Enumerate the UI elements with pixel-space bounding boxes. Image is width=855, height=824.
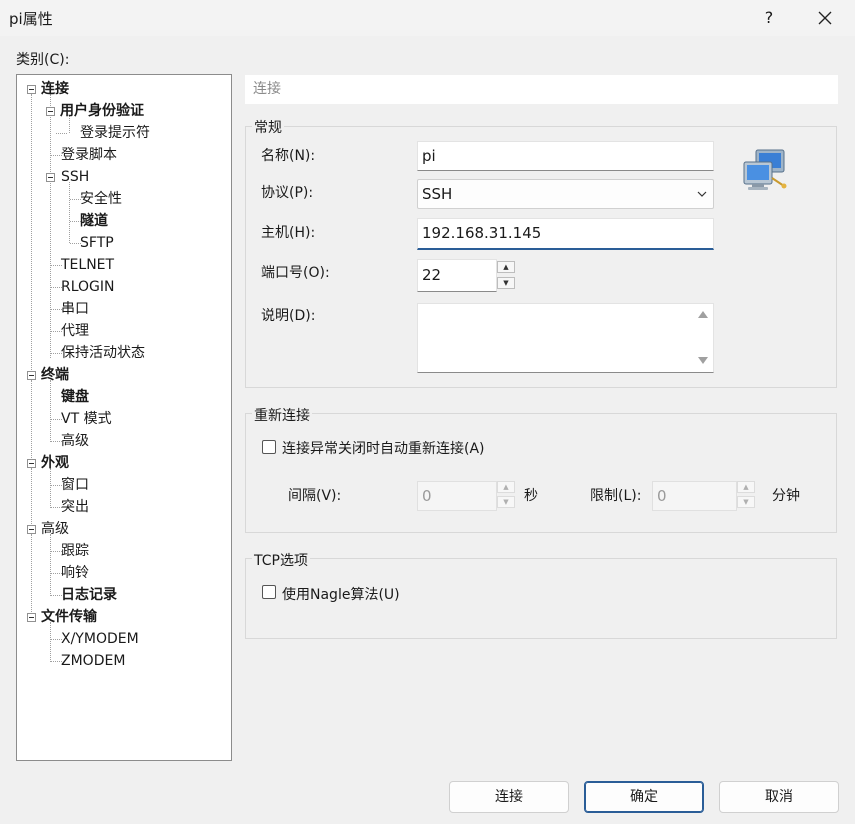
tree-item-keepalive[interactable]: 保持活动状态: [61, 343, 145, 363]
tree-item-sftp[interactable]: SFTP: [80, 233, 114, 253]
network-computers-icon: [743, 149, 787, 190]
interval-spinner[interactable]: ▲ ▼: [497, 481, 517, 508]
tree-item-zmodem[interactable]: ZMODEM: [61, 651, 125, 671]
panel-header: 连接: [245, 75, 838, 104]
spin-down-icon[interactable]: ▼: [497, 496, 515, 508]
tree-line: [56, 133, 67, 134]
tree-line: [31, 380, 32, 464]
spin-down-icon[interactable]: ▼: [737, 496, 755, 508]
connect-button[interactable]: 连接: [449, 781, 569, 813]
tree-line: [31, 94, 32, 370]
limit-input[interactable]: 0: [652, 481, 737, 511]
tree-item-vt-mode[interactable]: VT 模式: [61, 409, 112, 429]
tree-item-rlogin[interactable]: RLOGIN: [61, 277, 115, 297]
tree-item-login-prompt[interactable]: 登录提示符: [80, 123, 150, 143]
interval-label: 间隔(V):: [288, 488, 342, 504]
description-textarea[interactable]: [417, 303, 714, 373]
spin-down-icon[interactable]: ▼: [497, 277, 515, 289]
host-input[interactable]: 192.168.31.145: [417, 218, 714, 250]
collapse-icon[interactable]: [27, 459, 36, 468]
auto-reconnect-label[interactable]: 连接异常关闭时自动重新连接(A): [282, 438, 485, 458]
close-icon: [818, 11, 832, 25]
close-button[interactable]: [810, 2, 840, 32]
scroll-up-icon[interactable]: [698, 311, 708, 318]
category-label: 类别(C):: [16, 52, 70, 68]
tree-item-highlight[interactable]: 突出: [61, 497, 89, 517]
nagle-checkbox[interactable]: [262, 585, 276, 599]
port-label: 端口号(O):: [261, 265, 330, 281]
protocol-label: 协议(P):: [261, 185, 314, 201]
tree-line: [50, 468, 51, 508]
tree-item-telnet[interactable]: TELNET: [61, 255, 114, 275]
tree-item-terminal-advanced[interactable]: 高级: [61, 431, 89, 451]
name-input[interactable]: pi: [417, 141, 714, 171]
tree-item-user-auth[interactable]: 用户身份验证: [60, 101, 144, 121]
protocol-value: SSH: [422, 185, 453, 203]
scroll-down-icon[interactable]: [698, 357, 708, 364]
tree-item-ssh[interactable]: SSH: [61, 167, 89, 187]
title-bar: [0, 0, 855, 36]
chevron-down-icon: [697, 191, 707, 197]
tree-item-xymodem[interactable]: X/YMODEM: [61, 629, 139, 649]
port-input[interactable]: 22: [417, 259, 497, 292]
spin-up-icon[interactable]: ▲: [497, 261, 515, 273]
collapse-icon[interactable]: [46, 107, 55, 116]
collapse-icon[interactable]: [27, 613, 36, 622]
description-label: 说明(D):: [261, 308, 316, 324]
nagle-label[interactable]: 使用Nagle算法(U): [282, 584, 400, 604]
cancel-button[interactable]: 取消: [719, 781, 839, 813]
tree-item-security[interactable]: 安全性: [80, 189, 122, 209]
tree-item-advanced[interactable]: 高级: [41, 519, 69, 539]
category-tree[interactable]: 连接 用户身份验证 登录提示符 登录脚本 SSH 安全性 隧道 SFTP TEL…: [16, 74, 232, 761]
tree-item-serial[interactable]: 串口: [61, 299, 89, 319]
spin-up-icon[interactable]: ▲: [737, 481, 755, 493]
auto-reconnect-checkbox[interactable]: [262, 440, 276, 454]
reconnect-group-title: 重新连接: [252, 405, 312, 425]
tree-line: [50, 534, 51, 596]
reconnect-group: [245, 413, 837, 533]
protocol-select[interactable]: SSH: [417, 179, 714, 209]
tree-item-keyboard[interactable]: 键盘: [61, 387, 89, 407]
tree-line: [31, 534, 32, 618]
tree-item-terminal[interactable]: 终端: [41, 365, 69, 385]
tree-item-file-transfer[interactable]: 文件传输: [41, 607, 97, 627]
collapse-icon[interactable]: [46, 173, 55, 182]
tree-item-window[interactable]: 窗口: [61, 475, 89, 495]
tree-item-tunnel[interactable]: 隧道: [80, 211, 108, 231]
tree-line: [50, 380, 51, 442]
tree-line: [50, 94, 51, 358]
tree-item-connection[interactable]: 连接: [41, 79, 69, 99]
name-label: 名称(N):: [261, 148, 316, 164]
tree-line: [50, 622, 51, 662]
tree-line: [31, 468, 32, 530]
spin-up-icon[interactable]: ▲: [497, 481, 515, 493]
limit-label: 限制(L):: [590, 488, 642, 504]
tree-item-trace[interactable]: 跟踪: [61, 541, 89, 561]
tree-item-appearance[interactable]: 外观: [41, 453, 69, 473]
collapse-icon[interactable]: [27, 371, 36, 380]
tcp-group-title: TCP选项: [252, 550, 310, 570]
collapse-icon[interactable]: [27, 85, 36, 94]
interval-input[interactable]: 0: [417, 481, 497, 511]
host-label: 主机(H):: [261, 225, 316, 241]
window-title: pi属性: [9, 10, 53, 28]
tree-line: [69, 182, 70, 243]
tree-item-bell[interactable]: 响铃: [61, 563, 89, 583]
collapse-icon[interactable]: [27, 525, 36, 534]
tree-item-logging[interactable]: 日志记录: [61, 585, 117, 605]
tree-item-proxy[interactable]: 代理: [61, 321, 89, 341]
port-spinner[interactable]: ▲ ▼: [497, 261, 517, 289]
limit-spinner[interactable]: ▲ ▼: [737, 481, 757, 508]
tree-item-login-script[interactable]: 登录脚本: [61, 145, 117, 165]
limit-unit: 分钟: [772, 488, 800, 504]
interval-unit: 秒: [524, 488, 538, 504]
ok-button[interactable]: 确定: [584, 781, 704, 813]
help-button[interactable]: ?: [758, 4, 780, 32]
general-group-title: 常规: [252, 117, 284, 137]
